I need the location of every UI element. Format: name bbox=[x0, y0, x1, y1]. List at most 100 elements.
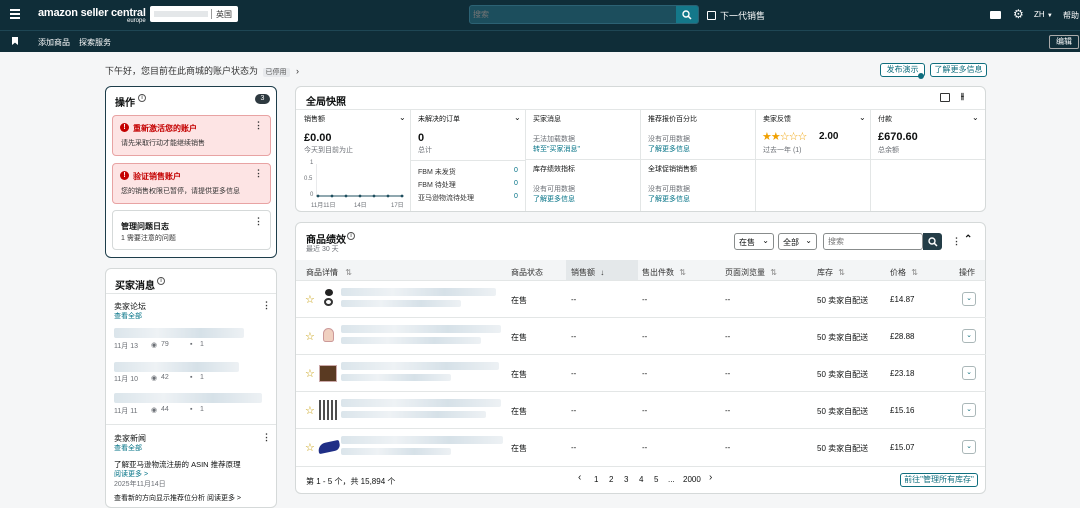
more-options-icon[interactable]: ⋮ bbox=[262, 300, 271, 311]
row-actions-dropdown[interactable]: ⌄ bbox=[962, 329, 976, 343]
next-page-icon[interactable]: › bbox=[709, 472, 712, 483]
chevron-down-icon[interactable]: ⌄ bbox=[514, 113, 521, 122]
row-actions-dropdown[interactable]: ⌄ bbox=[962, 366, 976, 380]
table-row[interactable]: ☆ 在售 -- -- -- 50 卖家自配送 £23.18 ⌄ bbox=[296, 354, 986, 391]
collapse-icon[interactable]: ⌃ bbox=[964, 234, 972, 245]
table-row[interactable]: ☆ 在售 -- -- -- 50 卖家自配送 £15.07 ⌄ bbox=[296, 428, 986, 465]
help-link[interactable]: 帮助 bbox=[1063, 10, 1079, 21]
tile-link[interactable]: 了解更多信息 bbox=[533, 194, 575, 204]
info-icon[interactable]: i bbox=[157, 277, 165, 285]
promo-tile[interactable]: 全球促销销售额 没有可用数据 了解更多信息 bbox=[641, 160, 756, 211]
inventory-tile[interactable]: 库存绩效指标 没有可用数据 了解更多信息 bbox=[526, 160, 641, 211]
settings-sliders-icon[interactable]: ⫲ bbox=[961, 91, 964, 102]
alert-verify-account[interactable]: ! 验证销售账户 您的销售权限已暂停，请提供更多信息 ⋮ bbox=[112, 163, 271, 204]
info-icon[interactable]: i bbox=[347, 232, 355, 240]
forum-view-all[interactable]: 查看全部 bbox=[114, 311, 142, 321]
product-name-redacted[interactable] bbox=[341, 436, 503, 444]
sales-tile[interactable]: 销售额 ⌄ £0.00 今天到目前为止 1 0.5 0 11月11日 14日 1… bbox=[296, 110, 411, 211]
info-icon[interactable]: i bbox=[138, 94, 146, 102]
col-page-views[interactable]: 页面浏览量 ⇅ bbox=[725, 267, 777, 278]
page-1[interactable]: 1 bbox=[594, 475, 598, 484]
hamburger-menu-icon[interactable] bbox=[10, 9, 20, 19]
star-favorite-icon[interactable]: ☆ bbox=[305, 367, 315, 380]
news-view-all[interactable]: 查看全部 bbox=[114, 443, 142, 453]
fbm-pending-value[interactable]: 0 bbox=[514, 167, 518, 174]
tile-link[interactable]: 转至"买家消息" bbox=[533, 144, 580, 154]
page-last[interactable]: 2000 bbox=[683, 475, 701, 484]
product-name-redacted[interactable] bbox=[341, 288, 496, 296]
payments-tile[interactable]: 付款 ⌄ £670.60 总余额 bbox=[871, 110, 985, 160]
more-options-icon[interactable]: ⋮ bbox=[262, 432, 271, 443]
page-3[interactable]: 3 bbox=[624, 475, 628, 484]
product-name-redacted[interactable] bbox=[341, 399, 501, 407]
col-inventory[interactable]: 库存 ⇅ bbox=[817, 267, 845, 278]
more-options-icon[interactable]: ⋮ bbox=[952, 236, 961, 247]
news-item-more[interactable]: 查看新的方向显示推荐位分析 阅读更多 > bbox=[114, 493, 241, 503]
product-search-input[interactable] bbox=[823, 233, 923, 250]
table-row[interactable]: ☆ 在售 -- -- -- 50 卖家自配送 £15.16 ⌄ bbox=[296, 391, 986, 428]
star-favorite-icon[interactable]: ☆ bbox=[305, 293, 315, 306]
table-row[interactable]: ☆ 在售 -- -- -- 50 卖家自配送 £14.87 ⌄ bbox=[296, 280, 986, 317]
next-gen-link[interactable]: 下一代销售 bbox=[707, 9, 765, 22]
more-options-icon[interactable]: ⋮ bbox=[254, 120, 263, 131]
chevron-down-icon[interactable]: ⌄ bbox=[399, 113, 406, 122]
gear-icon[interactable]: ⚙ bbox=[1013, 8, 1024, 20]
store-selector[interactable]: 英国 bbox=[150, 6, 238, 22]
product-name-redacted[interactable] bbox=[341, 325, 501, 333]
prev-page-icon[interactable]: ‹ bbox=[578, 472, 581, 483]
fbm-processing-value[interactable]: 0 bbox=[514, 180, 518, 187]
learn-more-button[interactable]: 了解更多信息 bbox=[930, 63, 987, 77]
col-product-details[interactable]: 商品详情 ⇅ bbox=[306, 267, 352, 278]
edit-nav-button[interactable]: 编辑 bbox=[1049, 35, 1079, 49]
star-favorite-icon[interactable]: ☆ bbox=[305, 441, 315, 454]
goto-inventory-button[interactable]: 前往"管理所有库存" bbox=[900, 473, 978, 487]
expand-icon[interactable] bbox=[940, 93, 950, 102]
orders-tile[interactable]: 未解决的订单 ⌄ 0 总计 FBM 未发货 0 FBM 待处理 0 亚马逊物流待… bbox=[411, 110, 526, 211]
star-favorite-icon[interactable]: ☆ bbox=[305, 330, 315, 343]
table-row[interactable]: ☆ 在售 -- -- -- 50 卖家自配送 £28.88 ⌄ bbox=[296, 317, 986, 354]
chevron-down-icon[interactable]: ⌄ bbox=[972, 113, 979, 122]
page-4[interactable]: 4 bbox=[639, 475, 643, 484]
mail-icon[interactable] bbox=[990, 11, 1001, 19]
col-sales[interactable]: 销售额 ↓ bbox=[571, 267, 604, 278]
news-read-more[interactable]: 阅读更多 > bbox=[114, 469, 148, 479]
product-name-redacted[interactable] bbox=[341, 362, 499, 370]
col-units-sold[interactable]: 售出件数 ⇅ bbox=[642, 267, 686, 278]
row-actions-dropdown[interactable]: ⌄ bbox=[962, 440, 976, 454]
tile-link[interactable]: 了解更多信息 bbox=[648, 144, 690, 154]
nav-add-product[interactable]: 添加商品 bbox=[38, 37, 70, 48]
forum-post-title-redacted[interactable] bbox=[114, 328, 244, 338]
product-search-button[interactable] bbox=[923, 233, 942, 250]
search-input[interactable] bbox=[473, 8, 673, 21]
search-box[interactable] bbox=[469, 5, 699, 24]
issue-log-item[interactable]: 管理问题日志 1 需要注意的问题 ⋮ bbox=[112, 210, 271, 250]
bookmark-icon[interactable] bbox=[12, 37, 18, 45]
chevron-right-icon[interactable]: › bbox=[296, 66, 299, 76]
product-thumbnail[interactable] bbox=[321, 324, 336, 346]
feedback-tile[interactable]: 卖家反馈 ⌄ ★★☆☆☆ 2.00 过去一年 (1) bbox=[756, 110, 871, 160]
product-thumbnail[interactable] bbox=[321, 289, 336, 309]
product-thumbnail[interactable] bbox=[319, 365, 337, 382]
status-filter-select[interactable]: 在售 ⌄ bbox=[734, 233, 774, 250]
product-thumbnail[interactable] bbox=[319, 400, 337, 420]
search-button[interactable] bbox=[676, 6, 698, 23]
row-actions-dropdown[interactable]: ⌄ bbox=[962, 403, 976, 417]
buyer-messages-tile[interactable]: 买家消息 无法加载数据 转至"买家消息" bbox=[526, 110, 641, 160]
more-options-icon[interactable]: ⋮ bbox=[254, 216, 263, 227]
featured-offer-tile[interactable]: 推荐报价百分比 没有可用数据 了解更多信息 bbox=[641, 110, 756, 160]
alert-reactivate-account[interactable]: ! 重新激活您的账户 请先采取行动才能继续销售 ⋮ bbox=[112, 115, 271, 156]
afn-pending-value[interactable]: 0 bbox=[514, 193, 518, 200]
forum-post-title-redacted[interactable] bbox=[114, 393, 262, 403]
star-favorite-icon[interactable]: ☆ bbox=[305, 404, 315, 417]
seller-central-logo[interactable]: amazon seller central europe bbox=[38, 7, 146, 24]
more-options-icon[interactable]: ⋮ bbox=[254, 168, 263, 179]
forum-post-title-redacted[interactable] bbox=[114, 362, 239, 372]
language-selector[interactable]: ZH ▼ bbox=[1034, 10, 1053, 19]
row-actions-dropdown[interactable]: ⌄ bbox=[962, 292, 976, 306]
tile-link[interactable]: 了解更多信息 bbox=[648, 194, 690, 204]
product-thumbnail[interactable] bbox=[317, 439, 341, 455]
col-price[interactable]: 价格 ⇅ bbox=[890, 267, 918, 278]
all-filter-select[interactable]: 全部 ⌄ bbox=[778, 233, 817, 250]
nav-discover-services[interactable]: 探索服务 bbox=[79, 37, 111, 48]
chevron-down-icon[interactable]: ⌄ bbox=[859, 113, 866, 122]
